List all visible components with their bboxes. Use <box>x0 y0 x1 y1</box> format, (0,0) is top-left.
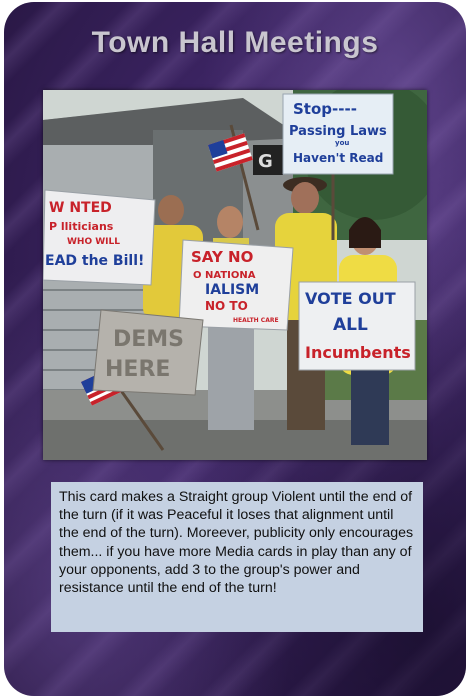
sign-stop-line2: Passing Laws <box>289 124 387 139</box>
sign-say-line4: NO TO <box>205 299 248 313</box>
sign-dems-line2: HERE <box>105 357 170 382</box>
card-art: G Stop---- Passing Laws you Haven't Read… <box>43 90 427 460</box>
card-title: Town Hall Meetings <box>91 26 379 59</box>
game-card[interactable]: Town Hall Meetings G Stop---- Passing La… <box>4 2 466 696</box>
sign-stop-line3: you <box>335 139 349 147</box>
sign-wanted-line1: W NTED <box>49 200 112 216</box>
protest-illustration: G Stop---- Passing Laws you Haven't Read… <box>43 90 427 460</box>
sign-say-line1: SAY NO <box>191 248 253 266</box>
sign-stop-line4: Haven't Read <box>293 151 383 165</box>
sign-stop-line1: Stop---- <box>293 100 357 118</box>
sign-wanted-line3: WHO WILL <box>67 237 120 247</box>
sign-say-line5: HEALTH CARE <box>233 317 279 324</box>
sign-dems-line1: DEMS <box>113 327 184 352</box>
sign-say-line2: O NATIONA <box>193 270 256 281</box>
sign-vote-line3: Incumbents <box>305 343 411 362</box>
sign-wanted-line4: EAD the Bill! <box>45 253 144 269</box>
sign-vote-line2: ALL <box>333 315 368 335</box>
svg-text:G: G <box>258 151 273 172</box>
card-rules-text: This card makes a Straight group Violent… <box>51 482 423 632</box>
sign-say-line3: IALISM <box>205 282 259 298</box>
sign-vote-line1: VOTE OUT <box>305 289 396 308</box>
sign-wanted-line2: P lliticians <box>49 220 114 233</box>
